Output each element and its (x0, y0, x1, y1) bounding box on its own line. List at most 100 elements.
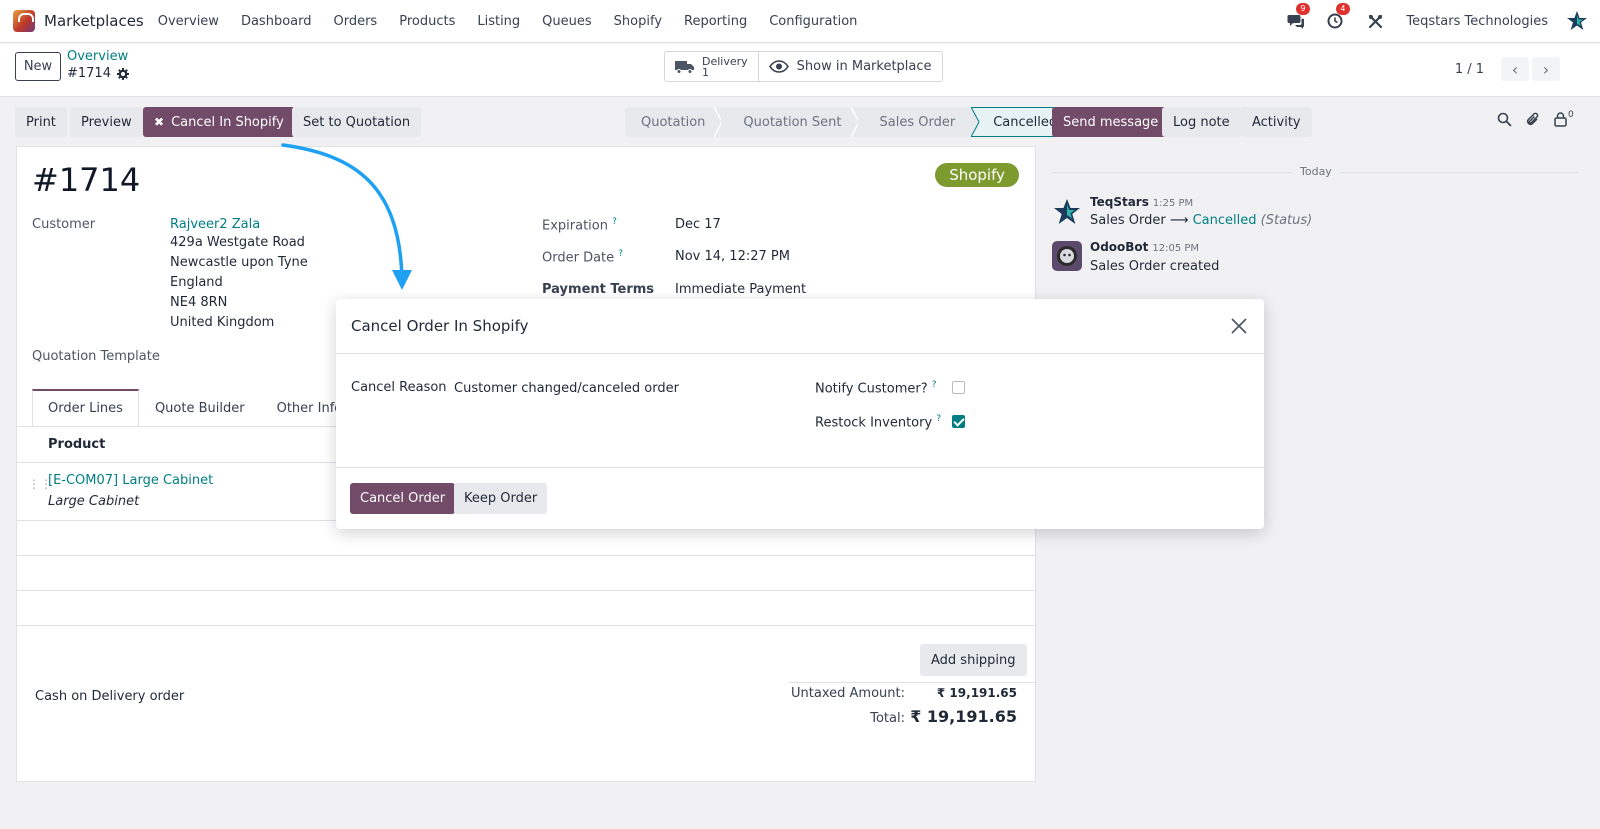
stage-quotation-label: Quotation (641, 114, 706, 130)
menu-products[interactable]: Products (399, 14, 455, 29)
stage-sales-order[interactable]: Sales Order (857, 107, 972, 137)
user-avatar[interactable] (1566, 10, 1588, 32)
payment-terms-label: Payment Terms (542, 282, 655, 297)
tracking-field: (Status) (1260, 213, 1313, 228)
marketplaces-app-icon[interactable] (13, 10, 35, 32)
keep-order-button[interactable]: Keep Order (454, 483, 548, 514)
status-bar: Quotation Quotation Sent Sales Order Can… (625, 107, 1075, 137)
message-author[interactable]: OdooBot 12:05 PM (1090, 240, 1199, 254)
expiration-label-text: Expiration (542, 218, 608, 234)
send-message-button[interactable]: Send message (1052, 107, 1170, 137)
customer-link[interactable]: Rajveer2 Zala (170, 217, 260, 232)
delivery-count: 1 (702, 65, 709, 79)
odoobot-avatar[interactable] (1052, 241, 1082, 271)
tracking-message: Sales Order ⟶ Cancelled (Status) (1090, 213, 1312, 228)
set-to-quotation-button[interactable]: Set to Quotation (292, 107, 422, 137)
close-icon: ✖ (154, 115, 165, 129)
log-note-button[interactable]: Log note (1162, 107, 1241, 137)
dialog-header: Cancel Order In Shopify (336, 299, 1264, 354)
order-date-label: Order Date ? (542, 249, 623, 265)
notebook-tabs: Order Lines Quote Builder Other Info (32, 389, 358, 427)
navbar-systray: 9 4 Teqstars Technologies (1286, 3, 1600, 32)
row-divider (17, 555, 1035, 556)
help-icon[interactable]: ? (932, 380, 937, 390)
message-time: 1:25 PM (1152, 198, 1194, 209)
show-in-marketplace-button[interactable]: Show in Marketplace (759, 52, 942, 81)
notify-customer-label: Notify Customer? ? (815, 380, 937, 396)
message-time: 12:05 PM (1152, 243, 1200, 254)
followers-button[interactable]: 0 (1554, 110, 1574, 127)
menu-configuration[interactable]: Configuration (769, 14, 857, 29)
delivery-smart-button[interactable]: Delivery 1 (665, 52, 759, 81)
gear-icon[interactable] (116, 67, 129, 80)
activity-clock-icon[interactable]: 4 (1326, 3, 1350, 30)
shopify-badge: Shopify (935, 163, 1019, 187)
print-button[interactable]: Print (15, 107, 67, 137)
stage-quotation-sent-label: Quotation Sent (743, 114, 842, 130)
close-icon[interactable] (1229, 316, 1249, 336)
tools-icon[interactable] (1366, 12, 1384, 30)
address-line: United Kingdom (170, 315, 275, 330)
stage-sales-order-label: Sales Order (879, 114, 956, 130)
cancel-reason-label: Cancel Reason (351, 380, 447, 395)
tab-quote-builder[interactable]: Quote Builder (139, 389, 261, 427)
tracking-new-value: Cancelled (1192, 213, 1257, 228)
app-name[interactable]: Marketplaces (44, 12, 144, 30)
eye-icon (768, 60, 789, 73)
expiration-label: Expiration ? (542, 217, 617, 233)
new-button[interactable]: New (15, 52, 61, 81)
menu-queues[interactable]: Queues (542, 14, 591, 29)
stage-quotation[interactable]: Quotation (625, 107, 723, 137)
menu-overview[interactable]: Overview (158, 14, 219, 29)
order-note[interactable]: Cash on Delivery order (35, 689, 184, 704)
row-divider (17, 625, 1035, 626)
smart-buttons: Delivery 1 Show in Marketplace (664, 51, 943, 82)
stage-quotation-sent[interactable]: Quotation Sent (721, 107, 859, 137)
restock-inventory-checkbox[interactable] (952, 415, 965, 428)
cancel-reason-select[interactable]: Customer changed/canceled order (454, 381, 679, 396)
message-author-name: OdooBot (1090, 240, 1149, 254)
expiration-value[interactable]: Dec 17 (675, 217, 721, 232)
help-icon[interactable]: ? (618, 249, 623, 259)
add-shipping-button[interactable]: Add shipping (920, 644, 1027, 676)
order-line-description[interactable]: Large Cabinet (48, 494, 139, 509)
row-divider (17, 590, 1035, 591)
paperclip-icon[interactable] (1525, 112, 1541, 128)
followers-count: 0 (1568, 110, 1574, 120)
cancel-order-button[interactable]: Cancel Order (350, 483, 456, 514)
help-icon[interactable]: ? (612, 217, 617, 227)
pager-value[interactable]: 1 / 1 (1455, 62, 1484, 77)
tab-order-lines[interactable]: Order Lines (32, 389, 139, 427)
total-value: ₹ 19,191.65 (910, 707, 1017, 726)
menu-orders[interactable]: Orders (333, 14, 377, 29)
messages-icon[interactable]: 9 (1286, 3, 1310, 30)
help-icon[interactable]: ? (936, 414, 941, 424)
activity-button[interactable]: Activity (1241, 107, 1312, 137)
menu-listing[interactable]: Listing (477, 14, 520, 29)
pager-previous-button[interactable]: ‹ (1501, 57, 1529, 81)
payment-terms-value[interactable]: Immediate Payment (675, 282, 806, 297)
search-icon[interactable] (1497, 112, 1512, 127)
order-line-product[interactable]: [E-COM07] Large Cabinet (48, 473, 213, 488)
breadcrumb-overview[interactable]: Overview (67, 49, 128, 64)
menu-shopify[interactable]: Shopify (614, 14, 662, 29)
company-switcher[interactable]: Teqstars Technologies (1406, 14, 1548, 29)
restock-inventory-label-text: Restock Inventory (815, 415, 933, 431)
order-date-value[interactable]: Nov 14, 12:27 PM (675, 249, 790, 264)
order-name: #1714 (32, 161, 141, 199)
message-author[interactable]: TeqStars 1:25 PM (1090, 195, 1193, 209)
pager-next-button[interactable]: › (1532, 57, 1560, 81)
message-author-name: TeqStars (1090, 195, 1149, 209)
menu-dashboard[interactable]: Dashboard (241, 14, 312, 29)
order-date-label-text: Order Date (542, 250, 615, 266)
preview-button[interactable]: Preview (70, 107, 143, 137)
activities-badge: 4 (1336, 3, 1350, 15)
totals-divider (789, 682, 1035, 683)
menu-reporting[interactable]: Reporting (684, 14, 747, 29)
restock-inventory-label: Restock Inventory ? (815, 414, 941, 430)
cancel-in-shopify-button[interactable]: ✖ Cancel In Shopify (143, 107, 295, 137)
teqstars-avatar[interactable] (1052, 197, 1082, 227)
stage-cancelled-label: Cancelled (993, 114, 1058, 130)
column-product[interactable]: Product (48, 437, 105, 452)
notify-customer-checkbox[interactable] (952, 381, 965, 394)
